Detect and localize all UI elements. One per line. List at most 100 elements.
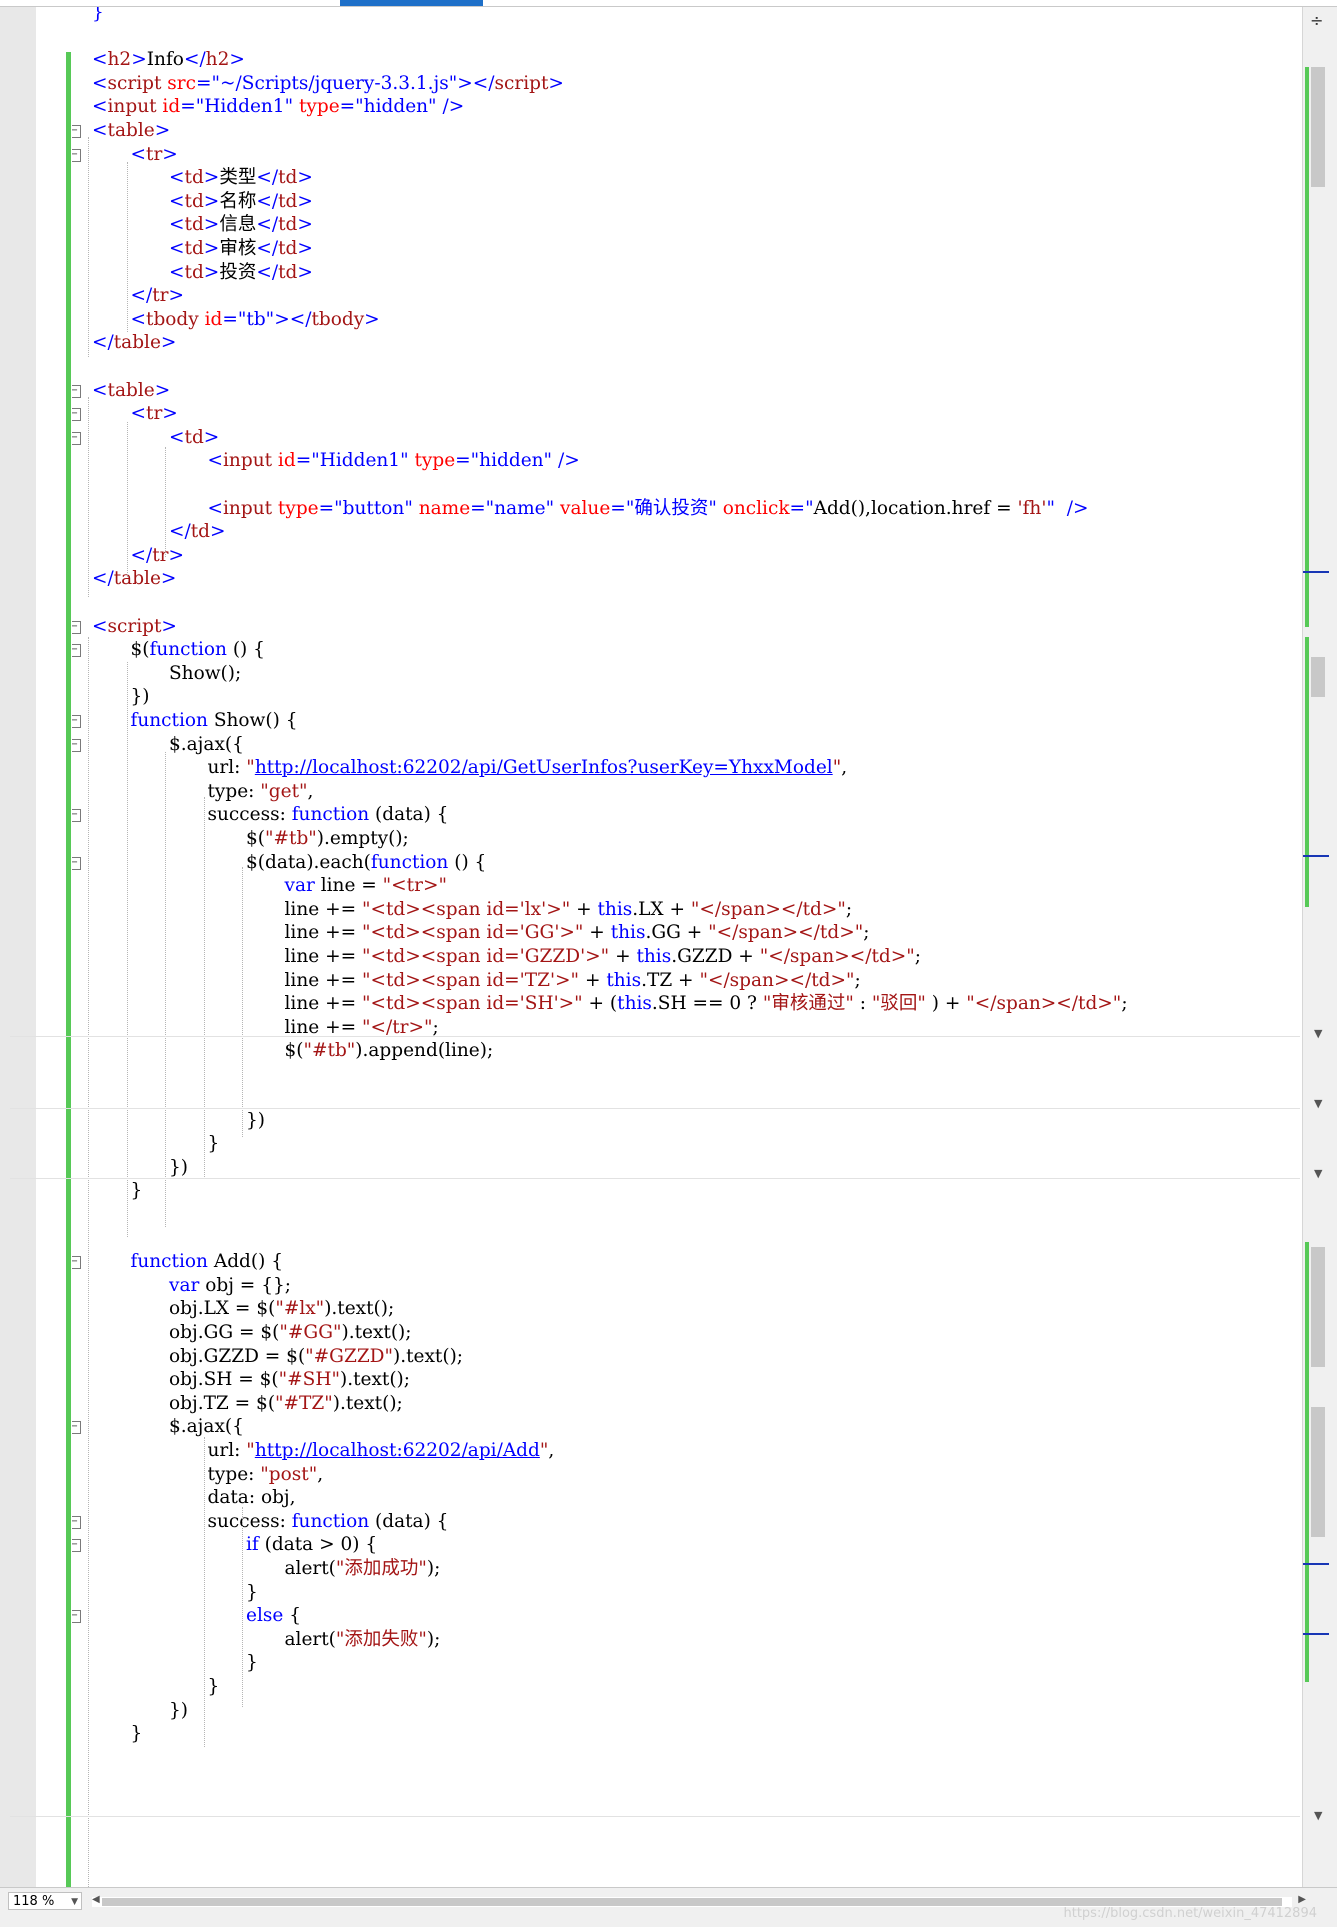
code-line[interactable]: obj.LX = $("#lx").text();: [169, 1297, 394, 1320]
scrollbar-thumb[interactable]: [1311, 1407, 1325, 1537]
code-token: }): [130, 686, 150, 708]
code-line[interactable]: </td>: [169, 520, 226, 543]
code-line[interactable]: $.ajax({: [169, 1415, 244, 1438]
code-line[interactable]: line += "<td><span id='TZ'>" + this.TZ +…: [285, 969, 861, 992]
code-line[interactable]: }: [246, 1651, 258, 1674]
code-token: <: [92, 379, 108, 401]
scrollbar-thumb[interactable]: [1311, 1247, 1325, 1367]
code-line[interactable]: line += "<td><span id='GZZD'>" + this.GZ…: [285, 945, 921, 968]
code-line[interactable]: type: "get",: [208, 780, 314, 803]
collapse-toggle-icon[interactable]: −: [72, 620, 81, 634]
code-line[interactable]: type: "post",: [208, 1463, 324, 1486]
code-line[interactable]: obj.SH = $("#SH").text();: [169, 1368, 410, 1391]
code-line[interactable]: </tr>: [131, 284, 185, 307]
collapse-toggle-icon[interactable]: −: [72, 125, 81, 138]
collapse-toggle-icon[interactable]: −: [72, 384, 81, 398]
code-line[interactable]: $("#tb").append(line);: [285, 1039, 494, 1062]
code-line[interactable]: }: [246, 1581, 258, 1604]
collapse-toggle-icon[interactable]: −: [72, 809, 81, 823]
horizontal-scrollbar-thumb[interactable]: [102, 1898, 1282, 1906]
code-line[interactable]: }: [131, 1722, 143, 1745]
code-line[interactable]: <input id="Hidden1" type="hidden" />: [92, 95, 464, 118]
code-line[interactable]: </tr>: [131, 544, 185, 567]
code-line[interactable]: data: obj,: [208, 1486, 296, 1509]
scroll-left-arrow-icon[interactable]: ◀: [92, 1894, 100, 1905]
code-line[interactable]: $.ajax({: [169, 733, 244, 756]
code-line[interactable]: else {: [246, 1604, 301, 1627]
code-line[interactable]: obj.GZZD = $("#GZZD").text();: [169, 1345, 463, 1368]
collapse-toggle-icon[interactable]: −: [72, 431, 81, 445]
code-line[interactable]: <table>: [92, 379, 170, 402]
code-line[interactable]: $(function () {: [131, 638, 265, 661]
collapse-toggle-icon[interactable]: −: [72, 1610, 81, 1624]
code-line[interactable]: <tr>: [131, 143, 178, 166]
code-line[interactable]: $(data).each(function () {: [246, 851, 486, 874]
code-line[interactable]: <tr>: [131, 402, 178, 425]
code-line[interactable]: line += "<td><span id='SH'>" + (this.SH …: [285, 992, 1128, 1015]
scroll-right-arrow-icon[interactable]: ▶: [1298, 1894, 1306, 1905]
code-line[interactable]: <input id="Hidden1" type="hidden" />: [208, 449, 580, 472]
code-line[interactable]: var line = "<tr>": [285, 874, 447, 897]
code-line[interactable]: function Show() {: [131, 709, 298, 732]
code-line[interactable]: }): [246, 1109, 265, 1132]
code-line[interactable]: url: "http://localhost:62202/api/Add",: [208, 1439, 555, 1462]
collapse-toggle-icon[interactable]: −: [72, 1539, 81, 1553]
split-window-icon[interactable]: ÷: [1310, 11, 1323, 30]
code-line[interactable]: success: function (data) {: [208, 1510, 449, 1533]
code-line[interactable]: <td>: [169, 426, 219, 449]
collapse-toggle-icon[interactable]: −: [72, 1421, 81, 1435]
code-line[interactable]: var obj = {};: [169, 1274, 291, 1297]
active-document-tab[interactable]: [340, 0, 483, 6]
scrollbar-thumb[interactable]: [1311, 657, 1325, 697]
scroll-down-arrow-icon[interactable]: ▼: [1314, 1027, 1322, 1040]
code-line[interactable]: if (data > 0) {: [246, 1533, 377, 1556]
code-line[interactable]: line += "<td><span id='GG'>" + this.GG +…: [285, 921, 870, 944]
code-line[interactable]: <td>审核</td>: [169, 237, 313, 260]
code-line[interactable]: $("#tb").empty();: [246, 827, 409, 850]
code-line[interactable]: </table>: [92, 567, 176, 590]
code-line[interactable]: <script>: [92, 615, 177, 638]
code-line[interactable]: obj.GG = $("#GG").text();: [169, 1321, 412, 1344]
chevron-down-icon[interactable]: ▼: [71, 1893, 78, 1911]
code-line[interactable]: <h2>Info</h2>: [92, 48, 245, 71]
vertical-scrollbar[interactable]: ÷ ▼ ▼ ▼ ▼: [1302, 7, 1337, 1887]
code-line[interactable]: }: [208, 1675, 220, 1698]
code-line[interactable]: url: "http://localhost:62202/api/GetUser…: [208, 756, 848, 779]
collapse-toggle-icon[interactable]: −: [72, 644, 81, 658]
code-line[interactable]: }: [131, 1179, 143, 1202]
code-line[interactable]: }): [131, 685, 150, 708]
code-line[interactable]: }: [208, 1132, 220, 1155]
code-line[interactable]: <script src="~/Scripts/jquery-3.3.1.js">…: [92, 72, 564, 95]
collapse-toggle-icon[interactable]: −: [72, 408, 81, 422]
code-line[interactable]: line += "<td><span id='lx'>" + this.LX +…: [285, 898, 853, 921]
collapse-toggle-icon[interactable]: −: [72, 715, 81, 728]
code-line[interactable]: <input type="button" name="name" value="…: [208, 497, 1089, 520]
code-line[interactable]: <td>信息</td>: [169, 213, 313, 236]
collapse-toggle-icon[interactable]: −: [72, 1256, 81, 1270]
scrollbar-thumb[interactable]: [1311, 67, 1325, 187]
code-line[interactable]: alert("添加失败");: [285, 1628, 441, 1651]
code-line[interactable]: <td>类型</td>: [169, 166, 313, 189]
collapse-toggle-icon[interactable]: −: [72, 148, 81, 162]
code-line[interactable]: <table>: [92, 119, 170, 142]
code-line[interactable]: <tbody id="tb"></tbody>: [131, 308, 380, 331]
scroll-down-arrow-icon[interactable]: ▼: [1314, 1097, 1322, 1110]
scroll-down-arrow-icon[interactable]: ▼: [1314, 1167, 1322, 1180]
code-line[interactable]: success: function (data) {: [208, 803, 449, 826]
code-line[interactable]: }: [92, 7, 104, 24]
code-line[interactable]: </table>: [92, 331, 176, 354]
code-line[interactable]: Show();: [169, 662, 241, 685]
code-editor[interactable]: } <h2>Info</h2> <script src="~/Scripts/jqu…: [72, 7, 1302, 1887]
scroll-down-arrow-icon[interactable]: ▼: [1314, 1809, 1322, 1822]
code-line[interactable]: function Add() {: [131, 1250, 283, 1273]
collapse-toggle-icon[interactable]: −: [72, 738, 81, 752]
code-line[interactable]: }): [169, 1156, 188, 1179]
code-line[interactable]: }): [169, 1699, 188, 1722]
collapse-toggle-icon[interactable]: −: [72, 856, 81, 870]
code-line[interactable]: <td>投资</td>: [169, 261, 313, 284]
collapse-toggle-icon[interactable]: −: [72, 1515, 81, 1529]
code-line[interactable]: <td>名称</td>: [169, 190, 313, 213]
zoom-select[interactable]: 118 % ▼: [8, 1892, 82, 1910]
code-line[interactable]: alert("添加成功");: [285, 1557, 441, 1580]
code-line[interactable]: obj.TZ = $("#TZ").text();: [169, 1392, 403, 1415]
